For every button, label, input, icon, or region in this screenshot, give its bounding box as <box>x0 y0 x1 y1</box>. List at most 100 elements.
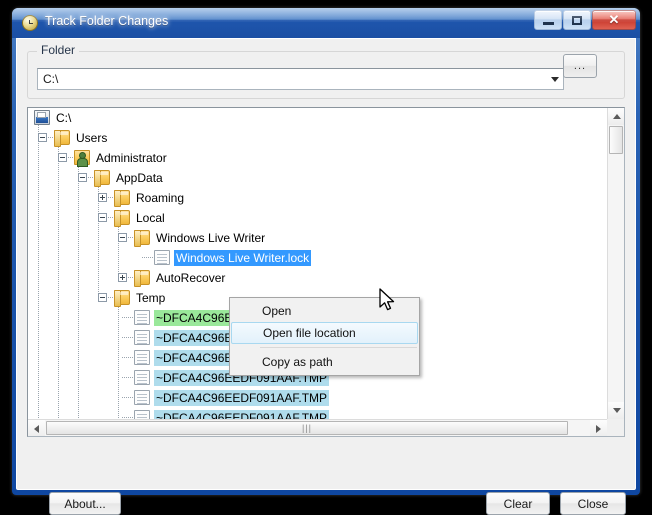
tree-connector <box>122 377 133 378</box>
caption-buttons: ✕ <box>534 10 636 30</box>
browse-folder-button[interactable]: ... <box>563 54 597 78</box>
folder-icon <box>54 130 70 147</box>
tree-node[interactable]: Administrator <box>28 148 607 168</box>
folder-icon <box>114 210 130 227</box>
context-menu[interactable]: Open Open file location Copy as path <box>229 297 420 376</box>
document-icon <box>134 330 150 345</box>
application-window: Track Folder Changes ✕ Folder C:\ ... C:… <box>12 8 640 515</box>
document-icon <box>134 410 150 419</box>
arrow-down-icon <box>612 408 621 413</box>
maximize-icon <box>572 15 582 25</box>
tree-node-label: AppData <box>116 171 163 185</box>
tree-node-label: Roaming <box>136 191 185 205</box>
folder-icon <box>134 230 150 247</box>
close-button[interactable]: Close <box>560 492 626 515</box>
close-window-button[interactable]: ✕ <box>592 10 636 30</box>
tree-node-label: Local <box>136 211 165 225</box>
tree-node-label: Temp <box>136 291 166 305</box>
tree-node[interactable]: Windows Live Writer.lock <box>28 248 607 268</box>
tree-node[interactable]: Windows Live Writer <box>28 228 607 248</box>
title-bar[interactable]: Track Folder Changes ✕ <box>12 8 640 38</box>
tree-node-label: ~DFCA4C96EEDF091AAF.TMP <box>154 410 330 419</box>
tree-connector <box>122 317 133 318</box>
collapse-node-icon[interactable] <box>78 173 87 182</box>
tree-node-label: C:\ <box>56 111 72 125</box>
tree-node[interactable]: ~DFCA4C96EEDF091AAF.TMP <box>28 388 607 408</box>
collapse-node-icon[interactable] <box>118 233 127 242</box>
tree-connector <box>122 357 133 358</box>
context-menu-separator <box>260 347 417 348</box>
expand-node-icon[interactable] <box>98 193 107 202</box>
tree-connector <box>108 297 113 298</box>
document-icon <box>134 310 150 325</box>
window-title: Track Folder Changes <box>45 14 169 28</box>
tree-node-label: AutoRecover <box>156 271 226 285</box>
tree-connector <box>108 217 113 218</box>
tree-node[interactable]: C:\ <box>28 108 607 128</box>
tree-node[interactable]: Roaming <box>28 188 607 208</box>
horizontal-scrollbar[interactable]: ||| <box>28 419 607 436</box>
maximize-button[interactable] <box>563 10 591 30</box>
document-icon <box>154 250 170 265</box>
minimize-icon <box>542 21 554 25</box>
collapse-node-icon[interactable] <box>98 293 107 302</box>
folder-icon <box>134 270 150 287</box>
tree-node[interactable]: Users <box>28 128 607 148</box>
scroll-right-button[interactable] <box>590 420 607 436</box>
tree-node-label: Users <box>76 131 108 145</box>
chevron-down-icon[interactable] <box>551 77 559 82</box>
scroll-left-button[interactable] <box>28 420 45 436</box>
about-button[interactable]: About... <box>49 492 121 515</box>
tree-node[interactable]: AppData <box>28 168 607 188</box>
tree-connector <box>108 197 113 198</box>
user-folder-icon <box>74 150 90 167</box>
collapse-node-icon[interactable] <box>98 213 107 222</box>
tree-node-label: ~DFCA4C96EEDF091AAF.TMP <box>154 390 330 406</box>
folder-tree-panel: C:\ Users Administrator AppData Roaming Local… <box>27 107 625 437</box>
document-icon <box>134 390 150 405</box>
tree-connector <box>48 137 53 138</box>
minimize-button[interactable] <box>534 10 562 30</box>
tree-node-label: Windows Live Writer.lock <box>174 250 312 266</box>
client-area: Folder C:\ ... C:\ Users Administrator AppD… <box>16 38 636 515</box>
tree-node-label: Administrator <box>96 151 167 165</box>
tree-node[interactable]: Local <box>28 208 607 228</box>
folder-group-box: Folder C:\ <box>27 43 625 99</box>
clear-button[interactable]: Clear <box>486 492 550 515</box>
folder-icon <box>114 290 130 307</box>
scroll-down-button[interactable] <box>608 402 624 419</box>
context-menu-item[interactable]: Open file location <box>231 322 418 344</box>
folder-combobox[interactable]: C:\ <box>37 68 564 90</box>
tree-node[interactable]: ~DFCA4C96EEDF091AAF.TMP <box>28 408 607 419</box>
folder-icon <box>94 170 110 187</box>
tree-node[interactable]: AutoRecover <box>28 268 607 288</box>
tree-node-label: Windows Live Writer <box>156 231 266 245</box>
vertical-scroll-thumb[interactable] <box>609 126 623 154</box>
context-menu-item[interactable]: Open <box>230 300 419 322</box>
expand-node-icon[interactable] <box>118 273 127 282</box>
tree-connector <box>122 397 133 398</box>
tree-connector <box>122 337 133 338</box>
horizontal-scroll-thumb[interactable]: ||| <box>46 421 568 435</box>
tree-connector <box>128 277 133 278</box>
clock-icon <box>22 15 38 31</box>
drive-icon <box>34 110 50 125</box>
scroll-up-button[interactable] <box>608 108 624 125</box>
close-icon: ✕ <box>608 12 620 27</box>
folder-group-label: Folder <box>37 43 80 57</box>
folder-path-value: C:\ <box>43 72 59 86</box>
tree-connector <box>128 237 133 238</box>
context-menu-item[interactable]: Copy as path <box>230 351 419 373</box>
scroll-thumb-grip: ||| <box>301 423 313 433</box>
document-icon <box>134 350 150 365</box>
folder-icon <box>114 190 130 207</box>
arrow-up-icon <box>612 114 621 119</box>
tree-connector <box>88 177 93 178</box>
arrow-left-icon <box>34 424 39 433</box>
arrow-right-icon <box>596 424 601 433</box>
scrollbar-corner <box>607 419 624 436</box>
collapse-node-icon[interactable] <box>38 133 47 142</box>
tree-connector <box>68 157 73 158</box>
vertical-scrollbar[interactable] <box>607 108 624 419</box>
collapse-node-icon[interactable] <box>58 153 67 162</box>
